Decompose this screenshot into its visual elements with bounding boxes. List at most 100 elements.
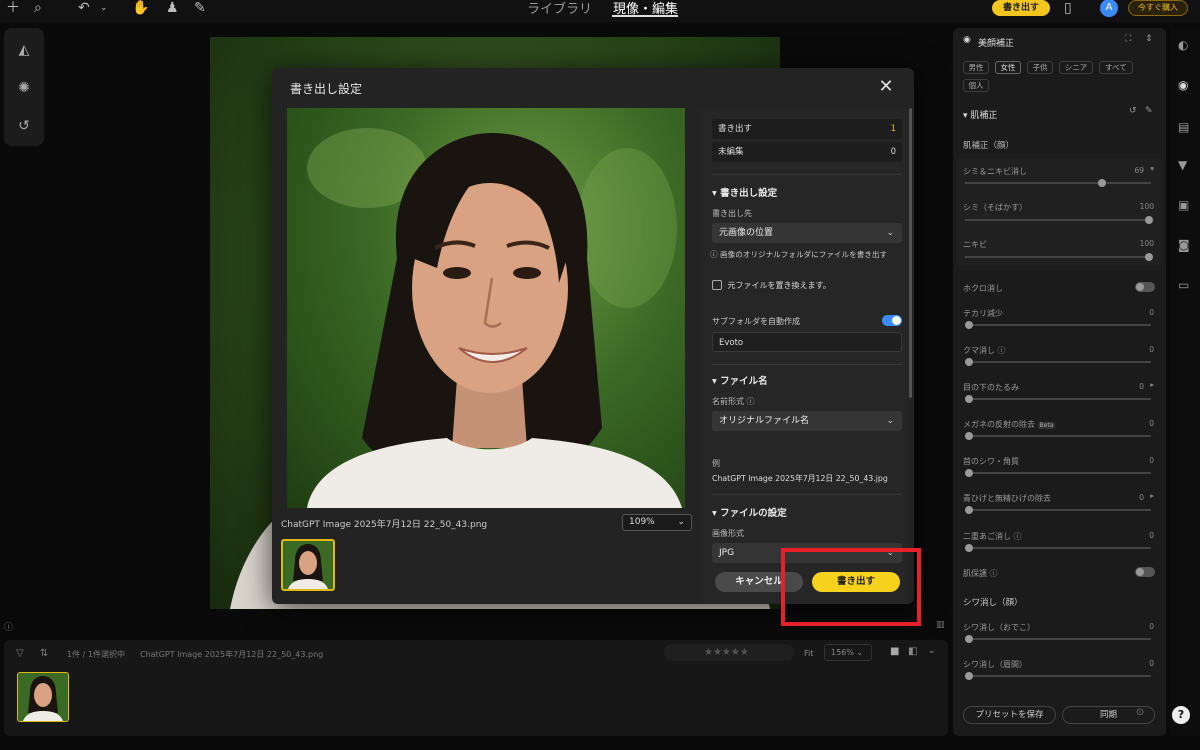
destination-value: 元画像の位置 xyxy=(719,228,774,238)
slider-track[interactable] xyxy=(965,321,1151,329)
slider-track[interactable] xyxy=(965,635,1151,643)
slider-knob[interactable] xyxy=(965,635,973,643)
filter-female[interactable]: 女性 xyxy=(995,61,1021,74)
filter-individual[interactable]: 個人 xyxy=(963,79,989,92)
subfolder-name-input[interactable]: Evoto xyxy=(712,332,902,352)
frame-icon[interactable]: ▣ xyxy=(1178,198,1189,212)
destination-select[interactable]: 元画像の位置 ⌄ xyxy=(712,223,902,243)
slider-track[interactable] xyxy=(965,395,1151,403)
slider-label: クマ消し ⓘ xyxy=(963,345,1006,356)
filter-icon[interactable]: ▽ xyxy=(16,648,24,659)
reset-icon[interactable]: ↺ xyxy=(1129,106,1137,116)
filter-child[interactable]: 子供 xyxy=(1027,61,1053,74)
slider-track[interactable] xyxy=(965,216,1153,224)
settings-scrollbar[interactable] xyxy=(909,108,912,398)
info-icon[interactable]: ⓘ xyxy=(4,620,13,633)
expand-icon[interactable]: ⛶ xyxy=(1125,34,1131,44)
filmstrip-thumbnail[interactable] xyxy=(17,672,69,722)
caret-right-icon[interactable]: ▸ xyxy=(1150,491,1154,500)
section-skin[interactable]: ▾ 肌補正 xyxy=(963,108,997,121)
slider-knob[interactable] xyxy=(965,321,973,329)
filter-all[interactable]: すべて xyxy=(1099,61,1133,74)
close-icon[interactable]: ✕ xyxy=(876,76,896,97)
dialog-title: 書き出し設定 xyxy=(290,82,363,96)
edit-icon[interactable]: ✎ xyxy=(1145,106,1153,116)
save-preset-button[interactable]: プリセットを保存 xyxy=(963,706,1056,724)
filmstrip-zoom-select[interactable]: 156% ⌄ xyxy=(824,644,872,661)
slider-track[interactable] xyxy=(965,544,1151,552)
slider-knob[interactable] xyxy=(965,469,973,477)
rating-stars[interactable]: ★★★★★ xyxy=(664,644,794,661)
skin-protection-label: 肌保護 ⓘ xyxy=(963,568,998,579)
slider-value: 0 xyxy=(1149,622,1154,631)
mole-removal-toggle[interactable] xyxy=(1135,282,1155,292)
face-retouch-icon[interactable]: ◉ xyxy=(1178,78,1188,92)
overwrite-option[interactable]: 元ファイルを置き換えます。 xyxy=(712,280,831,291)
folder-icon[interactable]: ▭ xyxy=(1178,278,1189,292)
section-filename[interactable]: ▾ ファイル名 xyxy=(712,373,768,387)
face-icon: ◉ xyxy=(963,35,971,45)
panel-toggle-icon[interactable]: ▥ xyxy=(936,620,945,630)
slider-label: テカリ減少 xyxy=(963,309,1003,318)
slider-knob[interactable] xyxy=(965,395,973,403)
compare-view-icon[interactable]: ◧ xyxy=(908,646,917,657)
section-file-settings[interactable]: ▾ ファイルの設定 xyxy=(712,505,787,519)
section-export-settings[interactable]: ▾ 書き出し設定 xyxy=(712,185,777,199)
zoom-value: 109% xyxy=(629,517,655,527)
subfolder-toggle[interactable] xyxy=(882,315,902,326)
slider-track[interactable] xyxy=(965,672,1151,680)
filter-male[interactable]: 男性 xyxy=(963,61,989,74)
caret-down-icon[interactable]: ▾ xyxy=(1150,164,1154,173)
add-icon[interactable]: ＋ xyxy=(6,0,20,16)
history-icon[interactable]: ↺ xyxy=(15,118,33,136)
preview-zoom-select[interactable]: 109% ⌄ xyxy=(622,514,692,531)
search-icon[interactable]: ⌕ xyxy=(34,0,42,16)
slider-track[interactable] xyxy=(965,253,1153,261)
camera-icon[interactable]: ◙ xyxy=(1178,238,1190,252)
slider-track[interactable] xyxy=(965,506,1151,514)
slider-track[interactable] xyxy=(965,432,1151,440)
slider-track[interactable] xyxy=(965,179,1151,187)
clothing-icon[interactable]: ▼ xyxy=(1178,158,1187,172)
help-icon[interactable]: ? xyxy=(1172,706,1190,724)
slider-track[interactable] xyxy=(965,469,1151,477)
export-button-top[interactable]: 書き出す xyxy=(992,0,1050,16)
collapse-icon[interactable]: ⇕ xyxy=(1145,34,1153,44)
chevron-down-icon[interactable]: ⌄ xyxy=(928,646,936,656)
slider-knob[interactable] xyxy=(1145,253,1153,261)
hand-tool-icon[interactable]: ✋ xyxy=(132,0,149,16)
slider-track[interactable] xyxy=(965,358,1151,366)
palette-icon[interactable]: ◐ xyxy=(1178,38,1188,52)
background-icon[interactable]: ▤ xyxy=(1178,120,1189,134)
slider-knob[interactable] xyxy=(965,544,973,552)
overwrite-checkbox[interactable] xyxy=(712,280,722,290)
crop-ai-icon[interactable]: ◭ xyxy=(15,42,33,60)
filter-senior[interactable]: シニア xyxy=(1059,61,1093,74)
slider-knob[interactable] xyxy=(965,432,973,440)
slider-knob[interactable] xyxy=(1098,179,1106,187)
chevron-down-icon: ⌄ xyxy=(886,416,894,426)
slider-knob[interactable] xyxy=(965,672,973,680)
slider-knob[interactable] xyxy=(1145,216,1153,224)
compare-icon[interactable]: ▯ xyxy=(1064,0,1072,16)
tab-library[interactable]: ライブラリ xyxy=(527,0,592,17)
summary-unedited-row: 未編集 0 xyxy=(712,142,902,162)
caret-right-icon[interactable]: ▸ xyxy=(1150,380,1154,389)
sort-icon[interactable]: ⇅ xyxy=(40,648,48,659)
buy-now-button[interactable]: 今すぐ購入 xyxy=(1128,0,1188,16)
name-format-select[interactable]: オリジナルファイル名 ⌄ xyxy=(712,411,902,431)
single-view-icon[interactable]: ■ xyxy=(890,646,899,657)
light-icon[interactable]: ✺ xyxy=(15,80,33,98)
slider-knob[interactable] xyxy=(965,358,973,366)
chevron-down-icon[interactable]: ⌄ xyxy=(100,0,108,16)
sync-settings-icon[interactable]: ⊙ xyxy=(1136,707,1144,718)
highlight-box xyxy=(781,548,921,626)
skin-protection-toggle[interactable] xyxy=(1135,567,1155,577)
preview-thumbnail[interactable] xyxy=(281,539,335,591)
brush-tool-icon[interactable]: ✎ xyxy=(194,0,206,16)
slider-knob[interactable] xyxy=(965,506,973,514)
undo-icon[interactable]: ↶ xyxy=(78,0,90,16)
right-panel: ◉ 美顔補正 ⛶ ⇕ 男性 女性 子供 シニア すべて 個人 ▾ 肌補正 ↺ ✎… xyxy=(953,28,1166,736)
fit-button[interactable]: Fit xyxy=(804,649,813,658)
stamp-tool-icon[interactable]: ♟ xyxy=(166,0,179,16)
